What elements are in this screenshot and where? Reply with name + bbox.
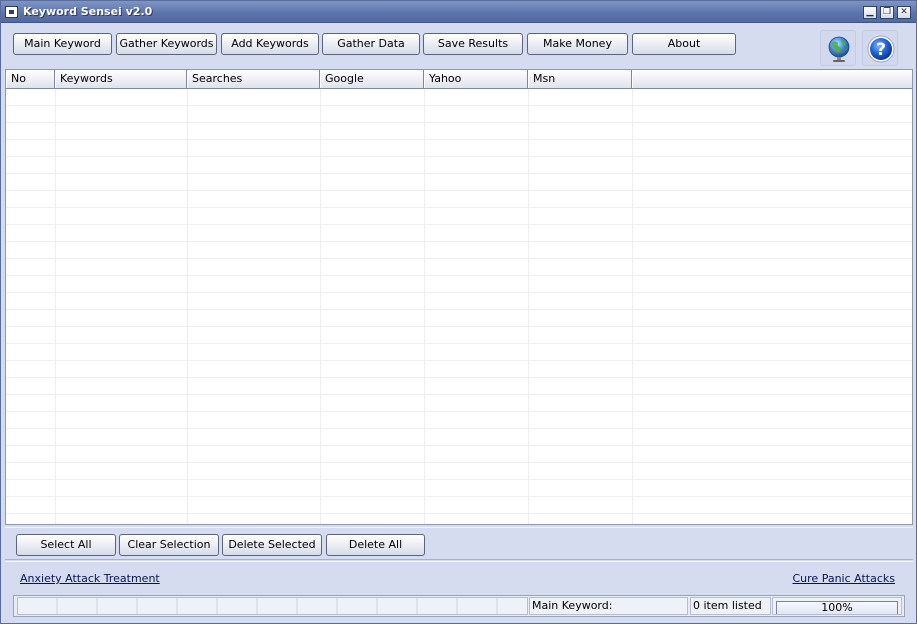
table-header: No Keywords Searches Google Yahoo Msn [6,70,912,89]
table-body[interactable] [6,89,912,524]
column-divider [528,89,529,524]
column-header-msn[interactable]: Msn [528,70,632,88]
main-keyword-button[interactable]: Main Keyword [13,33,112,55]
help-icon[interactable]: ? [862,30,898,66]
svg-text:?: ? [876,40,886,60]
close-icon[interactable]: ✕ [897,6,911,19]
progress-bar: 100% [776,601,898,614]
status-activity-panel [17,597,528,615]
app-window: Keyword Sensei v2.0 ▁ ❐ ✕ Main Keyword G… [0,0,917,624]
clear-selection-button[interactable]: Clear Selection [119,534,219,556]
column-divider [55,89,56,524]
column-divider [320,89,321,524]
delete-selected-button[interactable]: Delete Selected [222,534,322,556]
restore-icon[interactable]: ❐ [880,6,894,19]
selection-actions-bar: Select All Clear Selection Delete Select… [5,527,913,560]
cure-panic-attacks-link[interactable]: Cure Panic Attacks [793,572,896,585]
window-title: Keyword Sensei v2.0 [23,5,153,18]
column-header-yahoo[interactable]: Yahoo [424,70,528,88]
save-results-button[interactable]: Save Results [423,33,523,55]
status-bar: Main Keyword: 0 item listed 100% [13,595,905,617]
gather-keywords-button[interactable]: Gather Keywords [116,33,217,55]
about-button[interactable]: About [632,33,736,55]
column-divider [632,89,633,524]
toolbar: Main Keyword Gather Keywords Add Keyword… [5,27,912,67]
ad-links-bar: Anxiety Attack Treatment Cure Panic Atta… [5,561,913,593]
app-menu-icon[interactable] [5,6,18,18]
minimize-icon[interactable]: ▁ [863,6,877,19]
make-money-button[interactable]: Make Money [527,33,628,55]
anxiety-attack-treatment-link[interactable]: Anxiety Attack Treatment [20,572,160,585]
item-count-status: 0 item listed [690,597,771,615]
column-divider [424,89,425,524]
main-keyword-status: Main Keyword: [529,597,688,615]
gather-data-button[interactable]: Gather Data [322,33,420,55]
column-divider [187,89,188,524]
column-header-google[interactable]: Google [320,70,424,88]
progress-panel: 100% [772,597,902,615]
column-header-filler [632,70,912,88]
title-bar[interactable]: Keyword Sensei v2.0 ▁ ❐ ✕ [1,1,916,23]
progress-text: 100% [821,601,853,614]
delete-all-button[interactable]: Delete All [326,534,425,556]
column-header-keywords[interactable]: Keywords [55,70,187,88]
add-keywords-button[interactable]: Add Keywords [221,33,319,55]
keyword-table[interactable]: No Keywords Searches Google Yahoo Msn [5,69,913,525]
globe-icon[interactable] [820,30,856,66]
column-header-no[interactable]: No [6,70,55,88]
select-all-button[interactable]: Select All [16,534,116,556]
column-header-searches[interactable]: Searches [187,70,320,88]
